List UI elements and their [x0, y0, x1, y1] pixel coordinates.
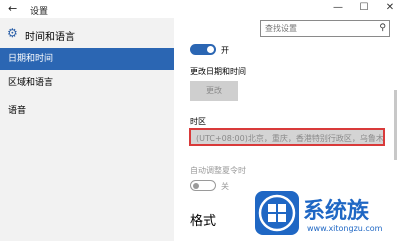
maximize-button[interactable]: ☐: [356, 2, 372, 13]
dst-toggle-label: 关: [221, 182, 229, 191]
watermark-url: www.xitongzu.com: [307, 224, 383, 233]
dst-toggle[interactable]: [190, 180, 216, 191]
timezone-value: (UTC+08:00)北京，重庆，香港特别行政区，乌鲁木: [196, 134, 384, 143]
sidebar-item-speech[interactable]: 语音: [0, 100, 174, 122]
sidebar: ⚙ 时间和语言 日期和时间 区域和语言 语音: [0, 18, 174, 241]
back-arrow-icon[interactable]: ←: [8, 2, 17, 15]
sidebar-item-label: 语音: [8, 106, 27, 116]
search-icon[interactable]: ⚲: [379, 23, 386, 33]
sidebar-item-label: 区域和语言: [8, 78, 54, 88]
gear-icon: ⚙: [7, 26, 18, 40]
sidebar-header: ⚙ 时间和语言: [7, 26, 75, 43]
close-button[interactable]: ✕: [382, 2, 398, 13]
sidebar-item-region-language[interactable]: 区域和语言: [0, 72, 174, 94]
windows-logo-icon: [255, 191, 299, 235]
window-title: 设置: [30, 7, 49, 17]
auto-time-toggle[interactable]: [190, 44, 216, 55]
auto-time-toggle-label: 开: [221, 46, 229, 55]
search-input[interactable]: [261, 21, 377, 36]
sidebar-item-label: 日期和时间: [8, 54, 54, 64]
timezone-dropdown[interactable]: (UTC+08:00)北京，重庆，香港特别行政区，乌鲁木: [189, 128, 385, 146]
watermark-brand: 系统族: [303, 199, 370, 224]
dst-title: 自动调整夏令时: [190, 166, 246, 175]
watermark-logo: 系统族 www.xitongzu.com: [255, 191, 399, 241]
sidebar-header-label: 时间和语言: [25, 32, 75, 43]
scrollbar[interactable]: [394, 90, 397, 160]
title-bar: ← 设置 — ☐ ✕: [0, 0, 399, 18]
minimize-button[interactable]: —: [330, 2, 346, 13]
change-datetime-title: 更改日期和时间: [190, 67, 246, 76]
sidebar-item-date-time[interactable]: 日期和时间: [0, 48, 174, 70]
search-box[interactable]: ⚲: [260, 20, 390, 37]
change-button[interactable]: 更改: [190, 81, 238, 101]
timezone-title: 时区: [190, 117, 206, 126]
format-section-title: 格式: [190, 214, 217, 229]
